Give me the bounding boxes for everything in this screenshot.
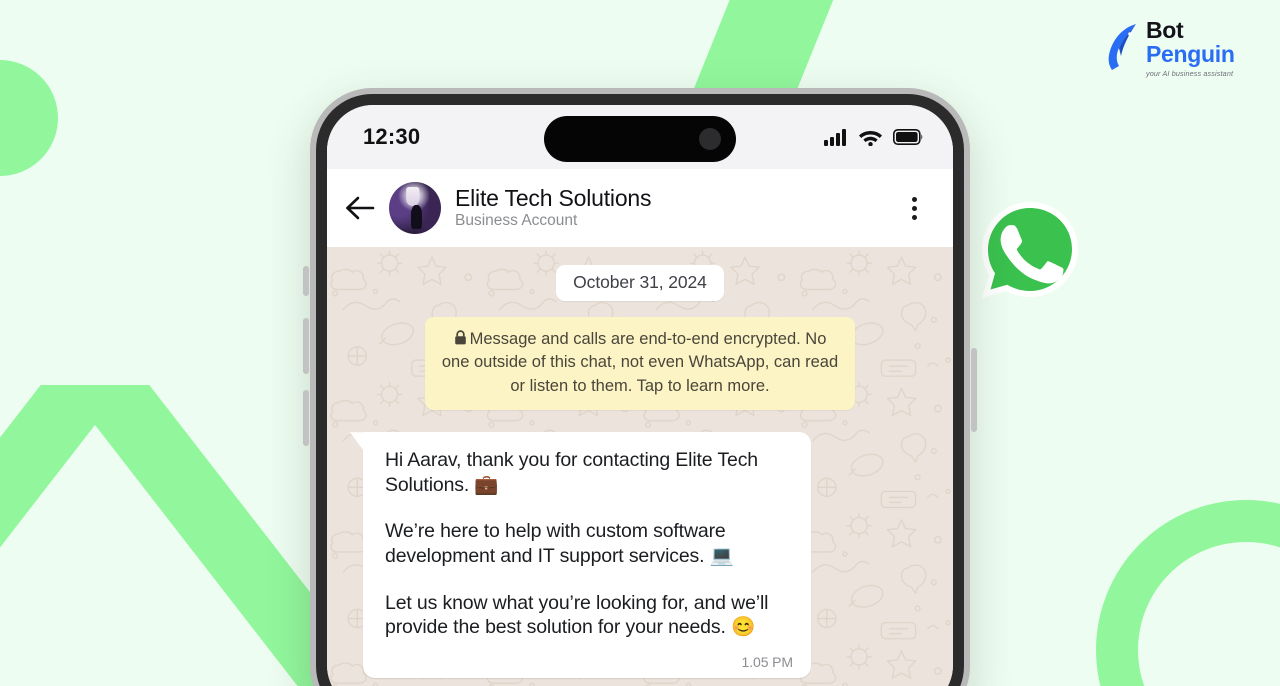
menu-dot <box>911 214 917 220</box>
message-list[interactable]: October 31, 2024 Message and calls are e… <box>327 265 953 686</box>
front-camera-icon <box>699 128 721 150</box>
message-timestamp: 1.05 PM <box>741 653 794 670</box>
chat-title-block[interactable]: Elite Tech Solutions Business Account <box>455 184 652 231</box>
battery-full-icon <box>893 129 923 145</box>
decor-circle-top-left-icon <box>0 60 58 176</box>
encryption-notice[interactable]: Message and calls are end-to-end encrypt… <box>425 317 855 411</box>
contact-name: Elite Tech Solutions <box>455 184 652 211</box>
phone-screen: 12:30 Elite Tech Solutions Business Acco… <box>327 105 953 686</box>
message-paragraph: We’re here to help with custom software … <box>385 520 734 567</box>
penguin-icon <box>1108 24 1136 70</box>
status-bar-indicators <box>824 128 923 146</box>
power-button[interactable] <box>971 348 977 432</box>
phone-bezel: 12:30 Elite Tech Solutions Business Acco… <box>316 94 964 686</box>
status-bar-time: 12:30 <box>363 124 421 149</box>
encryption-notice-text: Message and calls are end-to-end encrypt… <box>441 330 839 395</box>
menu-dot <box>911 196 917 202</box>
phone-mockup: 12:30 Elite Tech Solutions Business Acco… <box>310 88 970 686</box>
logo-word-penguin: Penguin <box>1146 40 1235 67</box>
message-row: Hi Aarav, thank you for contacting Elite… <box>345 432 935 678</box>
decor-ring-bottom-right-icon <box>1096 500 1280 686</box>
conversation-panel: October 31, 2024 Message and calls are e… <box>327 247 953 686</box>
screenshot-canvas: Bot Penguin your AI business assistant 1… <box>0 0 1280 686</box>
status-bar: 12:30 <box>327 105 953 169</box>
whatsapp-icon <box>982 202 1078 298</box>
message-paragraph: Let us know what you’re looking for, and… <box>385 591 769 639</box>
menu-dot <box>911 205 917 211</box>
contact-subtitle: Business Account <box>455 212 578 230</box>
signal-bars-icon <box>824 128 846 146</box>
date-divider: October 31, 2024 <box>556 265 724 301</box>
logo-word-bot: Bot <box>1146 16 1184 43</box>
decor-chevron-icon <box>0 385 320 686</box>
logo-tagline: your AI business assistant <box>1146 68 1234 78</box>
dynamic-island <box>544 116 736 162</box>
message-paragraph: Hi Aarav, thank you for contacting Elite… <box>385 449 758 496</box>
encryption-notice-row: Message and calls are end-to-end encrypt… <box>345 317 935 411</box>
botpenguin-logo: Bot Penguin your AI business assistant <box>1106 10 1256 86</box>
back-arrow-icon[interactable] <box>345 195 375 221</box>
chat-header: Elite Tech Solutions Business Account <box>327 169 953 247</box>
wifi-icon <box>859 130 882 146</box>
volume-down-button[interactable] <box>303 390 309 446</box>
silent-switch[interactable] <box>303 266 309 296</box>
lock-icon <box>454 330 466 345</box>
incoming-message-bubble[interactable]: Hi Aarav, thank you for contacting Elite… <box>363 432 811 678</box>
volume-up-button[interactable] <box>303 318 309 374</box>
date-divider-row: October 31, 2024 <box>345 265 935 301</box>
overflow-menu-icon[interactable] <box>903 193 925 223</box>
avatar-image <box>389 182 441 234</box>
avatar[interactable] <box>389 182 441 234</box>
